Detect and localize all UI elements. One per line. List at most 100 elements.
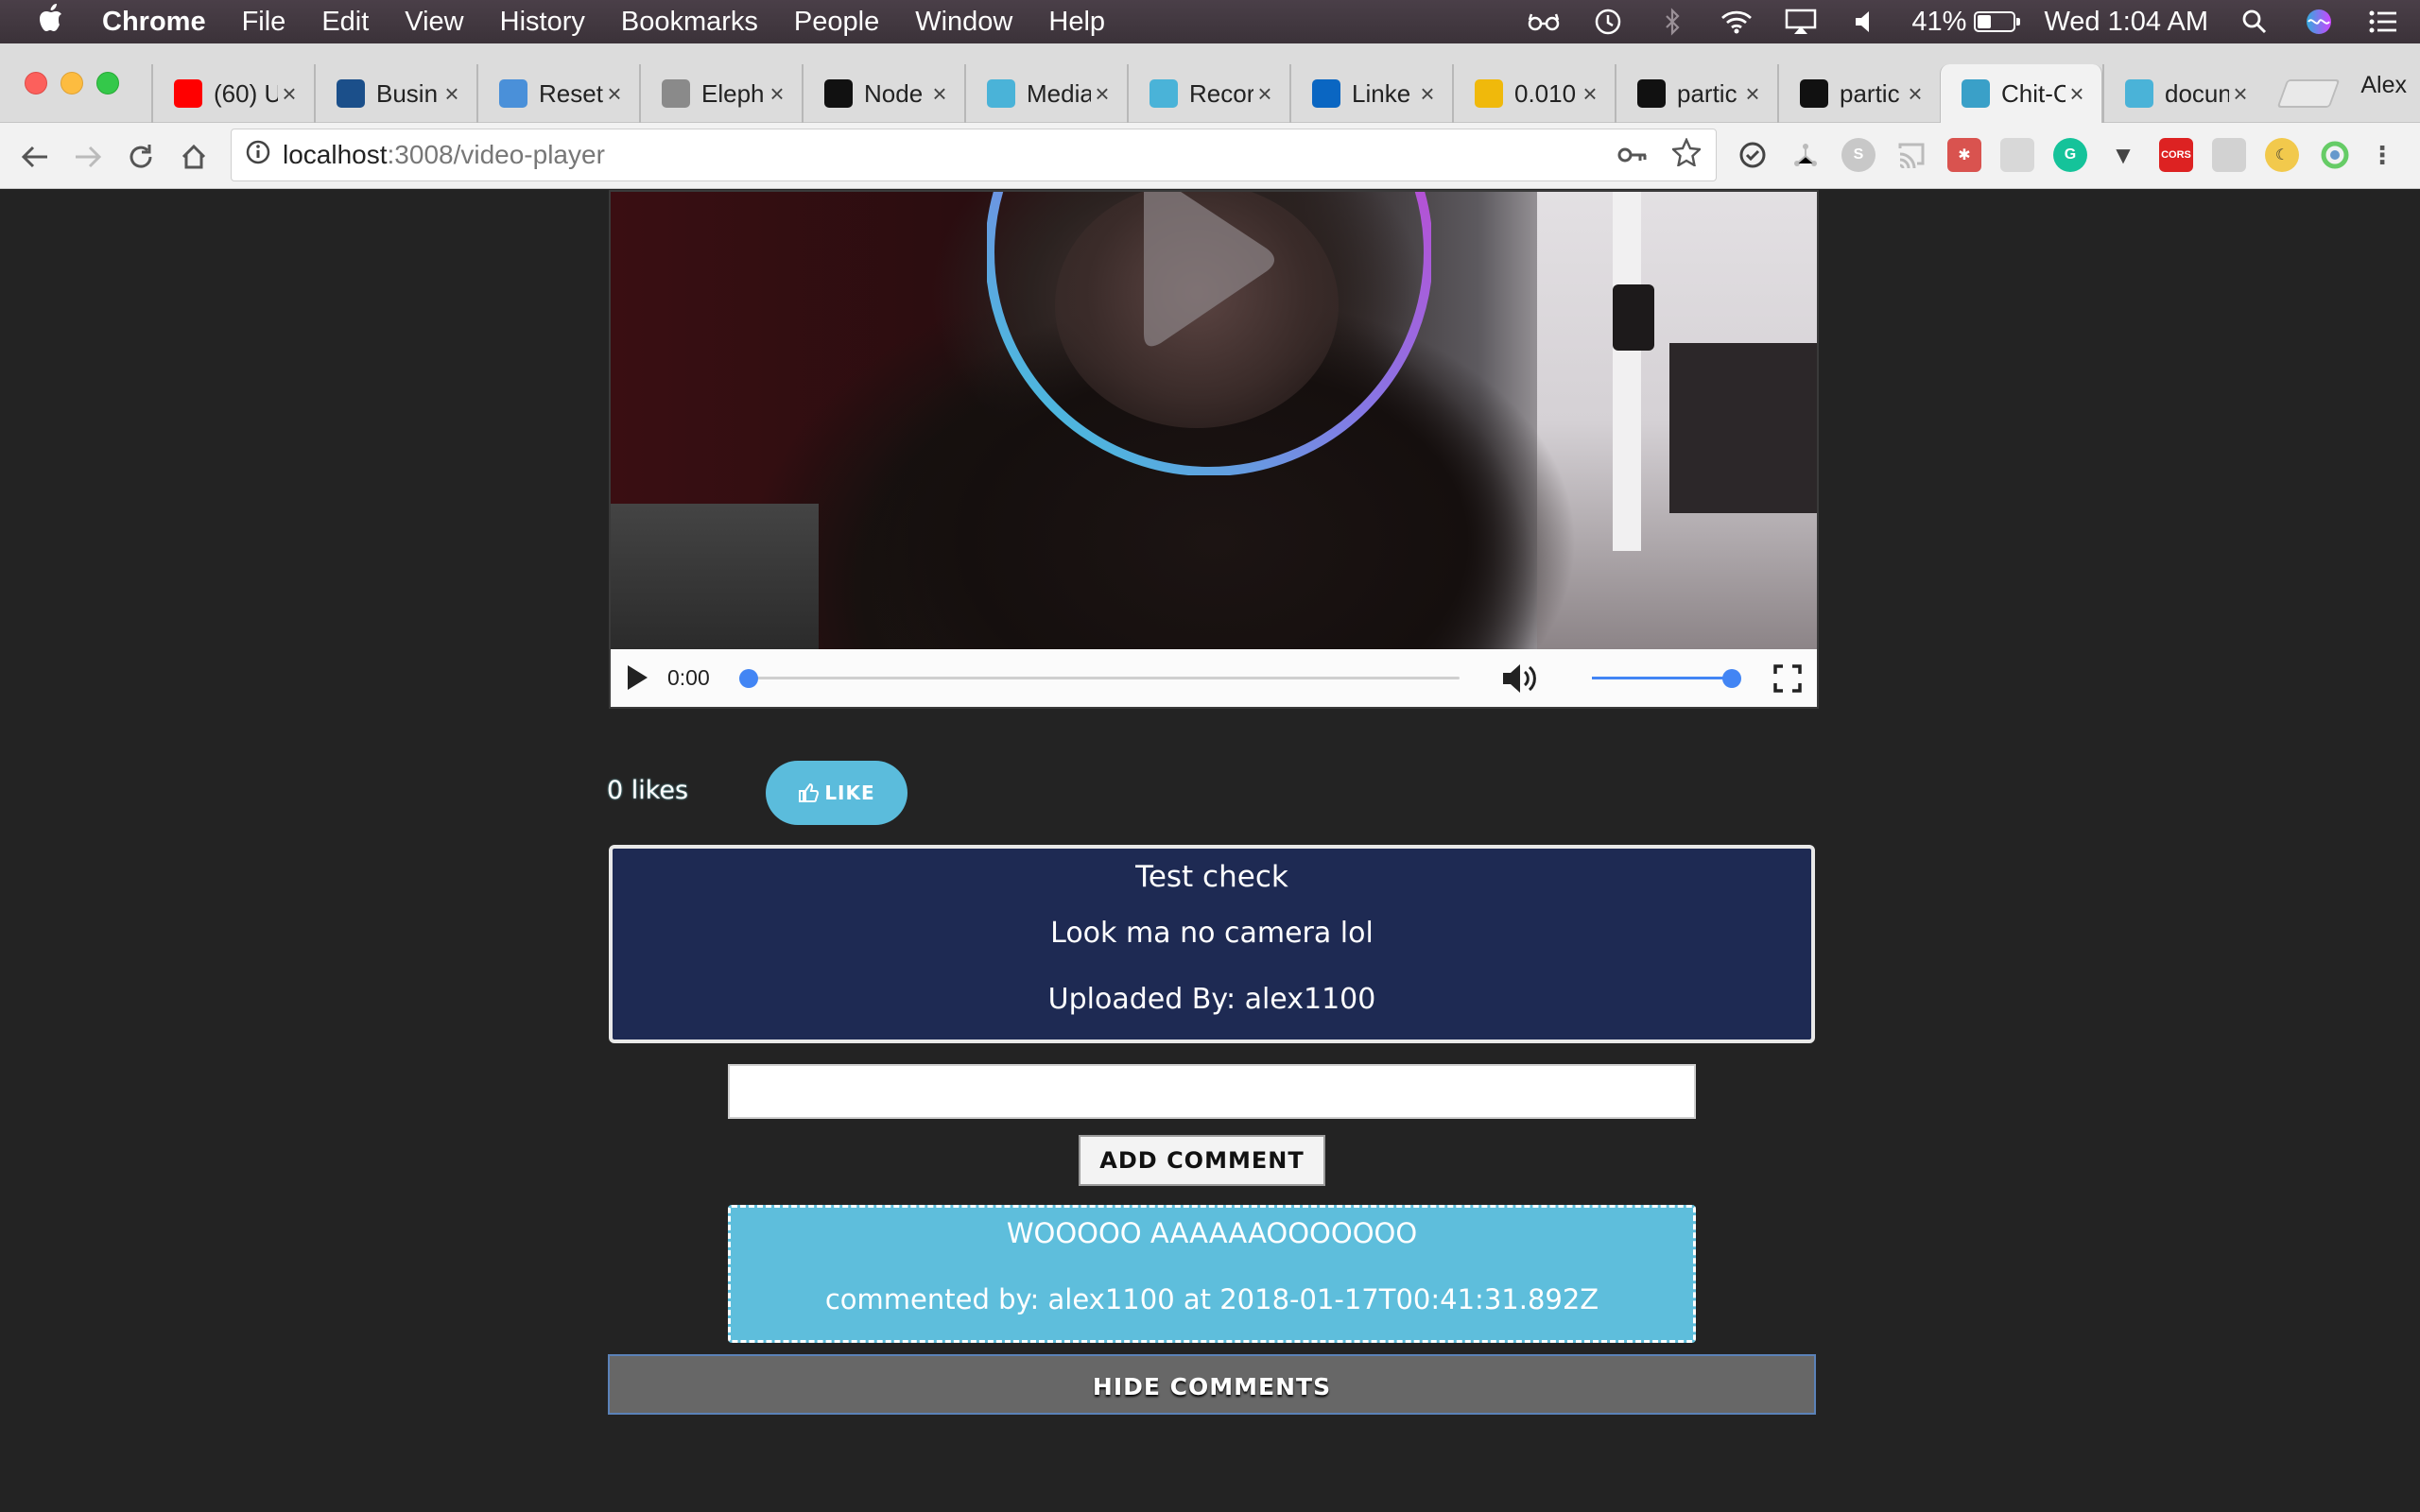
profile-name[interactable]: Alex xyxy=(2360,72,2407,99)
menu-file[interactable]: File xyxy=(242,7,286,38)
menu-app-name[interactable]: Chrome xyxy=(102,7,206,38)
seek-thumb[interactable] xyxy=(739,669,758,688)
siri-icon[interactable] xyxy=(2301,8,2337,36)
forward-button[interactable] xyxy=(70,139,106,175)
seek-bar[interactable] xyxy=(749,677,1460,679)
youtube-icon xyxy=(174,79,202,108)
comment-text: WOOOOO AAAAAAOOOOOOO xyxy=(1006,1217,1418,1249)
extension-sync-icon[interactable] xyxy=(1736,138,1770,172)
site-info-icon[interactable] xyxy=(245,139,271,172)
video-player[interactable]: 0:00 xyxy=(609,190,1819,709)
menu-bookmarks[interactable]: Bookmarks xyxy=(621,7,758,38)
extension-chat-icon[interactable] xyxy=(2212,138,2246,172)
browser-tab[interactable]: (60) U × xyxy=(151,64,314,123)
fullscreen-icon[interactable] xyxy=(1773,664,1802,693)
video-frame[interactable] xyxy=(611,192,1817,649)
back-button[interactable] xyxy=(17,139,53,175)
address-bar[interactable]: localhost:3008/video-player xyxy=(231,129,1717,181)
video-description: Look ma no camera lol xyxy=(1050,917,1374,950)
window-maximize-button[interactable] xyxy=(96,72,119,94)
tab-close-icon[interactable]: × xyxy=(766,79,788,109)
key-icon[interactable] xyxy=(1617,141,1648,171)
tab-close-icon[interactable]: × xyxy=(1741,79,1764,109)
browser-tab[interactable]: docun × xyxy=(2102,64,2265,123)
like-button-label: Like xyxy=(824,782,875,804)
mute-icon[interactable] xyxy=(1501,662,1539,695)
browser-tab[interactable]: Chit-C × xyxy=(1940,64,2102,123)
tab-close-icon[interactable]: × xyxy=(1904,79,1927,109)
extension-square-icon[interactable] xyxy=(2000,138,2034,172)
browser-menu-icon[interactable]: ⋮ xyxy=(2370,138,2394,172)
browser-tab[interactable]: Recor × xyxy=(1127,64,1289,123)
menu-edit[interactable]: Edit xyxy=(321,7,369,38)
browser-tab[interactable]: partic × xyxy=(1777,64,1940,123)
add-comment-button[interactable]: Add Comment xyxy=(1079,1135,1325,1186)
tab-close-icon[interactable]: × xyxy=(1579,79,1601,109)
big-play-overlay-icon[interactable] xyxy=(987,192,1431,475)
extension-vue-icon[interactable]: ▼ xyxy=(2106,138,2140,172)
volume-thumb[interactable] xyxy=(1722,669,1741,688)
notification-center-icon[interactable] xyxy=(2365,8,2401,36)
current-time: 0:00 xyxy=(667,665,710,690)
tab-close-icon[interactable]: × xyxy=(278,79,301,109)
business-insider-icon xyxy=(337,79,365,108)
extension-skype-icon[interactable]: S xyxy=(1841,138,1876,172)
browser-tab[interactable]: partic × xyxy=(1615,64,1777,123)
tab-close-icon[interactable]: × xyxy=(441,79,463,109)
volume-icon[interactable] xyxy=(1847,8,1883,36)
extension-network-icon[interactable] xyxy=(1789,138,1823,172)
tab-title: partic xyxy=(1840,78,1900,108)
tab-title: (60) U xyxy=(214,78,278,108)
reload-button[interactable] xyxy=(123,139,159,175)
browser-tab[interactable]: Eleph × xyxy=(639,64,802,123)
volume-slider[interactable] xyxy=(1592,677,1732,679)
tab-close-icon[interactable]: × xyxy=(1416,79,1439,109)
dots-icon xyxy=(499,79,527,108)
battery-status[interactable]: 41% xyxy=(1911,7,2021,38)
likes-count: 0 likes xyxy=(607,776,689,805)
airplay-icon[interactable] xyxy=(1783,8,1819,36)
browser-tab[interactable]: Reset × xyxy=(476,64,639,123)
clock[interactable]: Wed 1:04 AM xyxy=(2044,7,2208,38)
window-minimize-button[interactable] xyxy=(60,72,83,94)
glasses-icon[interactable] xyxy=(1526,8,1562,36)
extension-cors-icon[interactable]: CORS xyxy=(2159,138,2193,172)
menu-window[interactable]: Window xyxy=(915,7,1012,38)
browser-tab[interactable]: 0.010 × xyxy=(1452,64,1615,123)
browser-tab[interactable]: Media × xyxy=(964,64,1127,123)
tab-close-icon[interactable]: × xyxy=(1253,79,1276,109)
tab-close-icon[interactable]: × xyxy=(928,79,951,109)
tab-title: Node xyxy=(864,78,924,108)
chit-chat-icon xyxy=(1962,79,1990,108)
menu-view[interactable]: View xyxy=(405,7,463,38)
tab-close-icon[interactable]: × xyxy=(603,79,626,109)
home-button[interactable] xyxy=(176,139,212,175)
spotlight-search-icon[interactable] xyxy=(2237,8,2273,36)
like-button[interactable]: Like xyxy=(766,761,908,825)
extension-color-wheel-icon[interactable] xyxy=(2318,138,2352,172)
tab-close-icon[interactable]: × xyxy=(1091,79,1114,109)
wifi-icon[interactable] xyxy=(1719,8,1754,36)
extension-cast-icon[interactable] xyxy=(1894,138,1928,172)
window-close-button[interactable] xyxy=(25,72,47,94)
browser-tab[interactable]: Linke × xyxy=(1289,64,1452,123)
extension-moon-icon[interactable]: ☾ xyxy=(2265,138,2299,172)
tab-title: Chit-C xyxy=(2001,78,2066,108)
comment-input[interactable] xyxy=(728,1064,1696,1119)
menu-history[interactable]: History xyxy=(500,7,585,38)
new-tab-button[interactable] xyxy=(2276,79,2341,108)
extension-grammarly-icon[interactable]: G xyxy=(2053,138,2087,172)
tab-close-icon[interactable]: × xyxy=(2066,79,2088,109)
time-machine-icon[interactable] xyxy=(1590,8,1626,36)
menu-people[interactable]: People xyxy=(794,7,879,38)
bluetooth-icon[interactable] xyxy=(1654,8,1690,36)
browser-tab[interactable]: Busin × xyxy=(314,64,476,123)
extension-bug-icon[interactable]: ✱ xyxy=(1947,138,1981,172)
browser-tab[interactable]: Node × xyxy=(802,64,964,123)
tab-close-icon[interactable]: × xyxy=(2229,79,2252,109)
hide-comments-button[interactable]: Hide Comments xyxy=(608,1354,1816,1415)
apple-menu-icon[interactable] xyxy=(25,4,78,40)
menu-help[interactable]: Help xyxy=(1048,7,1105,38)
play-icon[interactable] xyxy=(626,664,648,691)
bookmark-star-icon[interactable] xyxy=(1670,137,1703,173)
